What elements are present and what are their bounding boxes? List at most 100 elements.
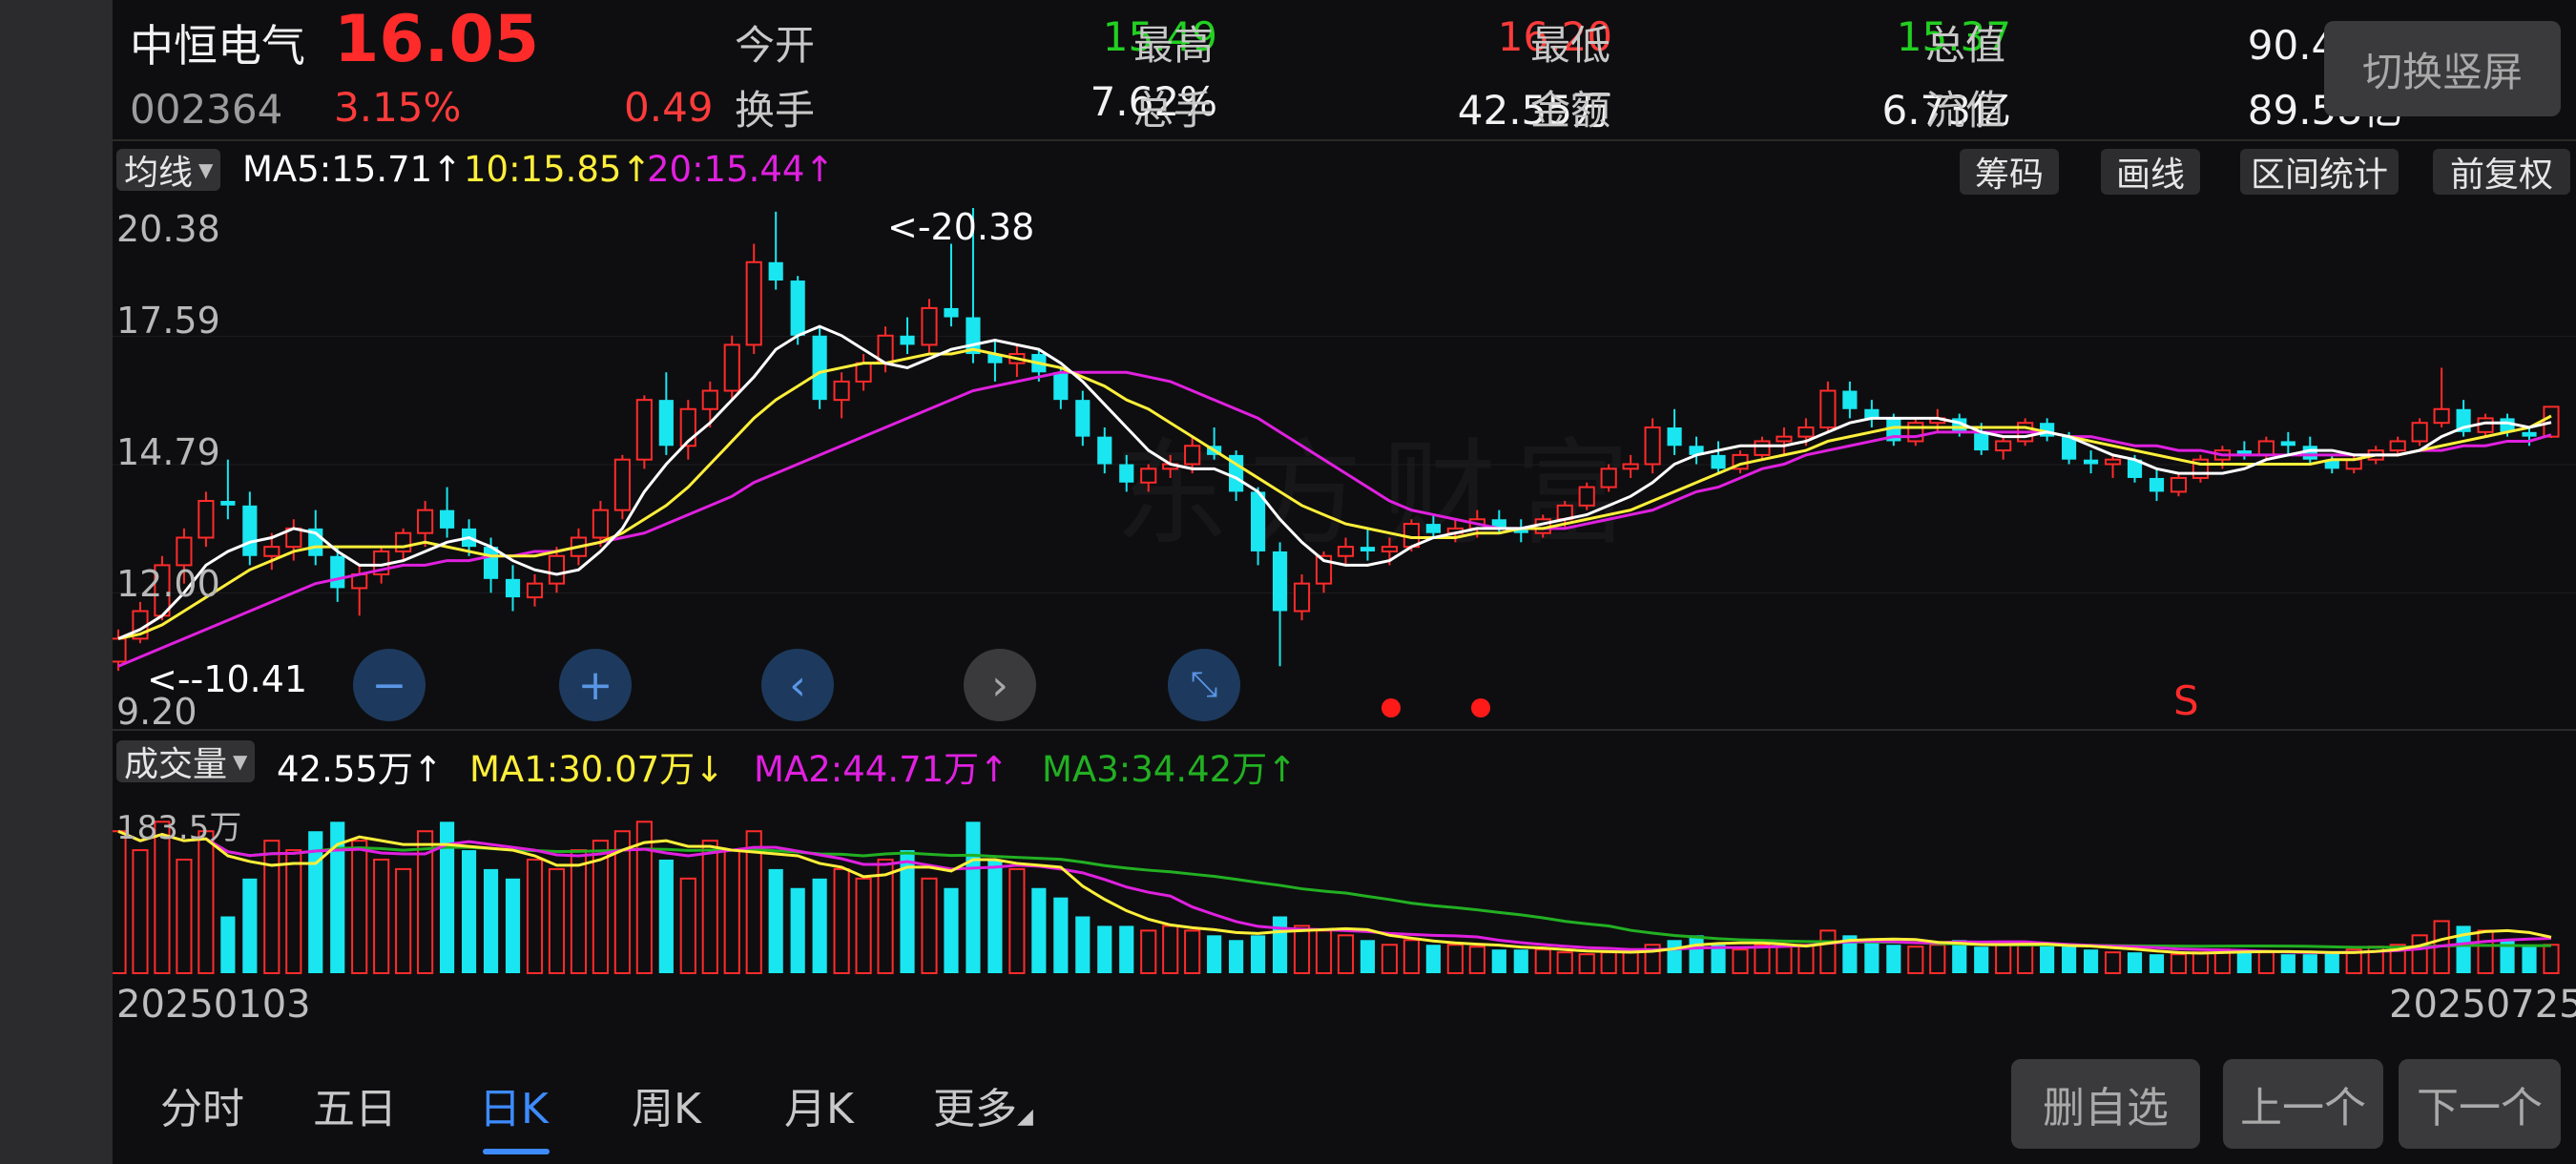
candle-body	[1622, 463, 1639, 470]
candle-body	[635, 399, 653, 461]
tab-five-day[interactable]: 五日	[313, 1074, 397, 1135]
zoom-out-icon[interactable]: −	[353, 649, 426, 721]
candle	[1140, 464, 1157, 492]
candle	[1689, 436, 1704, 465]
switch-portrait-button[interactable]: 切换竖屏	[2324, 21, 2561, 116]
volume-bar	[1337, 934, 1355, 975]
range-stats-button[interactable]: 区间统计	[2240, 149, 2399, 195]
candle-body	[1293, 582, 1311, 613]
pan-left-icon[interactable]: ‹	[761, 649, 834, 721]
next-stock-button[interactable]: 下一个	[2399, 1059, 2561, 1149]
ma-dropdown[interactable]: 均线 ▼	[116, 149, 221, 193]
candle-body	[1776, 435, 1793, 443]
candle-body	[1754, 440, 1771, 456]
volume-bar	[1184, 929, 1201, 974]
candle	[2083, 450, 2099, 474]
candle	[1711, 441, 1726, 474]
candle-body	[1797, 426, 1815, 438]
volume-bar	[1886, 945, 1901, 973]
candle	[658, 372, 674, 455]
signal-dot	[1471, 698, 1490, 717]
tab-more[interactable]: 更多◢	[933, 1074, 1033, 1135]
remove-favorite-button[interactable]: 删自选	[2011, 1059, 2200, 1149]
candle	[1819, 381, 1837, 432]
volume-bar	[1402, 939, 1420, 974]
volume-bar	[2040, 945, 2055, 973]
candle	[197, 491, 215, 548]
stock-app: 中恒电气 16.05 002364 3.15% 0.49 今开 15.49 最高…	[113, 0, 2576, 1164]
candle	[2522, 427, 2537, 447]
candle	[132, 601, 149, 644]
candle	[1622, 454, 1639, 478]
stock-price: 16.05	[334, 2, 540, 77]
turnover-label: 换手	[735, 87, 816, 134]
candle-body	[2083, 459, 2099, 465]
low-label: 最低	[1530, 22, 1611, 69]
volume-bar	[1075, 916, 1091, 973]
header-divider	[113, 139, 2576, 141]
candle	[921, 299, 938, 355]
candle-body	[768, 261, 783, 281]
volume-bar	[2083, 949, 2099, 973]
candle	[745, 243, 762, 355]
volume-strip: 成交量 ▼ 42.55万↑ MA1:30.07万↓ MA2:44.71万↑ MA3…	[113, 737, 2576, 790]
tab-daily-k[interactable]: 日K	[479, 1074, 549, 1135]
candle	[1097, 427, 1112, 474]
ma-strip: 均线 ▼ MA5:15.71↑ 10:15.85↑ 20:15.44↑ 筹码 画线…	[113, 145, 2576, 197]
tab-more-label: 更多	[933, 1085, 1017, 1133]
candle-body	[526, 582, 544, 599]
volume-bar	[242, 878, 258, 973]
candle-body	[812, 335, 827, 401]
volume-bar	[132, 849, 149, 975]
volume-bar	[658, 859, 674, 973]
chart-divider	[113, 729, 2576, 731]
candle-body	[548, 554, 566, 585]
candle	[635, 395, 653, 469]
collapse-icon[interactable]: ⤡	[1168, 649, 1240, 721]
end-date: 20250725	[2389, 983, 2576, 1027]
volume-dropdown[interactable]: 成交量 ▼	[116, 740, 256, 784]
candle-body	[1140, 468, 1157, 484]
volume-bar	[1360, 940, 1376, 973]
ma20-readout: 20:15.44↑	[647, 149, 835, 190]
candle-body	[944, 307, 959, 318]
candle-body	[1337, 546, 1355, 557]
volume-bar	[1513, 949, 1528, 973]
volume-bar	[1293, 925, 1311, 975]
left-system-bar	[0, 0, 113, 1164]
tab-intraday[interactable]: 分时	[160, 1074, 244, 1135]
candlestick-chart[interactable]	[113, 200, 2576, 731]
candle-body	[1251, 491, 1266, 551]
candle-body	[1578, 486, 1595, 507]
candle-body	[1184, 445, 1201, 466]
volume-bar	[2062, 946, 2077, 973]
adjust-mode-button[interactable]: 前复权	[2433, 149, 2570, 195]
volume-bar	[220, 916, 236, 973]
volume-bar	[877, 858, 894, 974]
candle	[526, 574, 544, 607]
chips-button[interactable]: 筹码	[1960, 149, 2059, 195]
volume-bar	[1008, 867, 1026, 974]
tab-weekly-k[interactable]: 周K	[632, 1074, 701, 1135]
candle-body	[1053, 372, 1069, 401]
candle-body	[1097, 436, 1112, 465]
volume-bar	[2127, 952, 2143, 973]
volume-bar	[679, 877, 696, 974]
volume-bar	[966, 821, 981, 973]
volume-chart[interactable]	[113, 796, 2576, 977]
candle	[1425, 514, 1441, 538]
candle	[613, 454, 631, 520]
pan-right-icon[interactable]: ›	[964, 649, 1036, 721]
candle	[1360, 528, 1376, 561]
candle-body	[440, 509, 455, 529]
previous-stock-button[interactable]: 上一个	[2223, 1059, 2383, 1149]
draw-line-button[interactable]: 画线	[2101, 149, 2200, 195]
candle	[944, 243, 959, 327]
max-price-annotation: <-20.38	[887, 206, 1035, 248]
candle-body	[263, 546, 280, 557]
volume-bar	[2280, 954, 2296, 973]
volume-bar	[1446, 944, 1464, 974]
candle	[440, 487, 455, 538]
tab-monthly-k[interactable]: 月K	[784, 1074, 854, 1135]
zoom-in-icon[interactable]: +	[559, 649, 632, 721]
